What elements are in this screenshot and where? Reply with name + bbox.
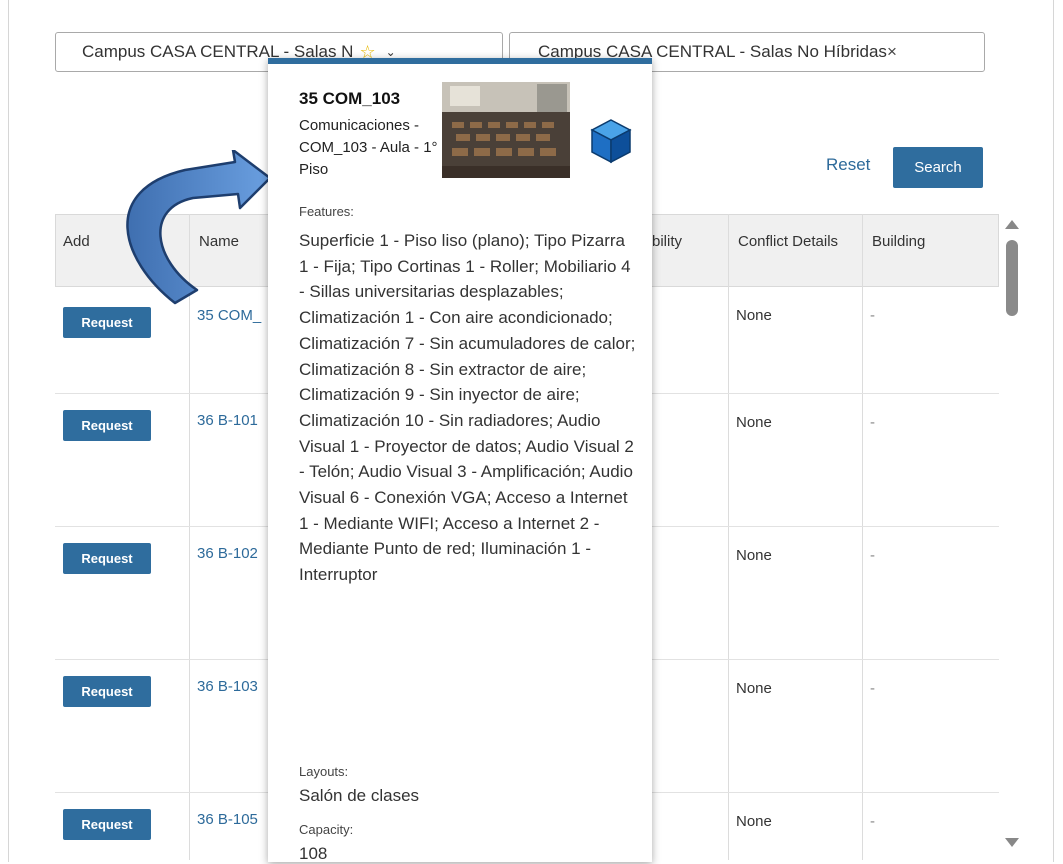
- request-button[interactable]: Request: [63, 676, 151, 707]
- building-value: -: [870, 813, 875, 830]
- frame-border-right: [1053, 0, 1054, 862]
- search-button[interactable]: Search: [893, 147, 983, 188]
- room-name-link[interactable]: 36 B-101: [197, 412, 258, 429]
- header-availability: bility: [652, 233, 683, 250]
- header-building: Building: [872, 233, 926, 250]
- features-text: Superficie 1 - Piso liso (plano); Tipo P…: [299, 231, 636, 585]
- request-button[interactable]: Request: [63, 307, 151, 338]
- conflict-details: None: [736, 813, 772, 830]
- building-value: -: [870, 680, 875, 697]
- header-conflict-details: Conflict Details: [738, 233, 839, 250]
- curved-arrow-icon: [126, 150, 272, 305]
- room-name-link[interactable]: 36 B-103: [197, 678, 258, 695]
- room-name-link[interactable]: 36 B-102: [197, 545, 258, 562]
- layouts-value: Salón de clases: [299, 786, 420, 805]
- popup-room-title: 35 COM_103: [299, 89, 401, 108]
- layouts-label: Layouts:: [299, 764, 349, 779]
- building-value: -: [870, 414, 875, 431]
- room-name-link[interactable]: 36 B-105: [197, 811, 258, 828]
- room-details-popup: 35 COM_103 Comunicaciones - COM_103 - Au…: [268, 58, 652, 863]
- 3d-cube-icon: [590, 119, 632, 164]
- conflict-details: None: [736, 414, 772, 431]
- scroll-down-arrow-icon[interactable]: [1005, 838, 1019, 847]
- conflict-details: None: [736, 307, 772, 324]
- features-label: Features:: [299, 204, 354, 219]
- reset-link[interactable]: Reset: [826, 155, 870, 175]
- building-value: -: [870, 307, 875, 324]
- header-add: Add: [63, 233, 90, 250]
- building-value: -: [870, 547, 875, 564]
- capacity-label: Capacity:: [299, 822, 354, 837]
- capacity-value: 108: [299, 844, 328, 863]
- conflict-details: None: [736, 680, 772, 697]
- request-button[interactable]: Request: [63, 543, 151, 574]
- scroll-up-arrow-icon[interactable]: [1005, 220, 1019, 229]
- scrollbar-thumb[interactable]: [1006, 240, 1018, 316]
- request-button[interactable]: Request: [63, 809, 151, 840]
- room-photo: [442, 82, 570, 178]
- chevron-down-icon[interactable]: ⌄: [386, 45, 396, 59]
- request-button[interactable]: Request: [63, 410, 151, 441]
- frame-border-left: [8, 0, 9, 862]
- popup-room-subtitle: Comunicaciones - COM_103 - Aula - 1° Pis…: [299, 117, 438, 178]
- remove-filter-icon[interactable]: ×: [887, 42, 897, 62]
- conflict-details: None: [736, 547, 772, 564]
